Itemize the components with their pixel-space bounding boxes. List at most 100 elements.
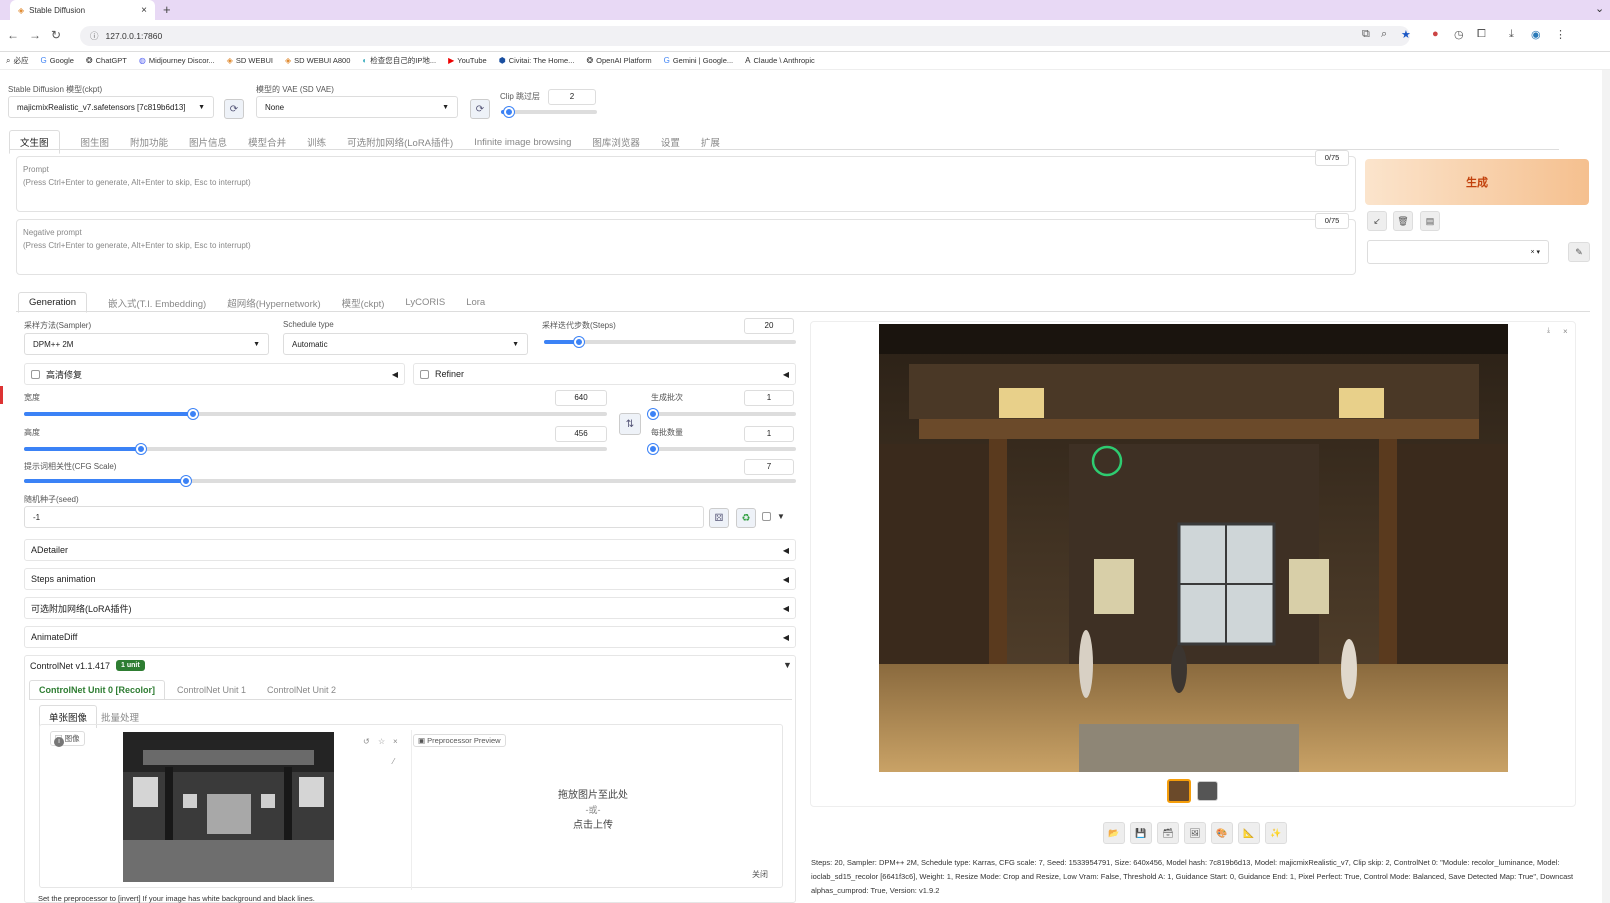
model-dropdown[interactable]: majicmixRealistic_v7.safetensors [7c819b… [8,96,214,118]
refiner-accordion[interactable]: Refiner ◀ [413,363,796,385]
expand-arrow-icon[interactable]: ▼ [783,660,792,670]
tab-unit-2[interactable]: ControlNet Unit 2 [267,685,336,695]
extension-icon[interactable]: ● [1432,28,1439,40]
page-scrollbar[interactable] [1602,70,1610,903]
cfg-number[interactable]: 7 [744,459,794,475]
bookmark-item[interactable]: ◈ SD WEBUI [227,56,273,65]
slider-handle[interactable] [181,476,192,486]
batch-size-slider[interactable] [648,444,796,454]
tab-lora[interactable]: Lora [466,297,485,308]
vae-dropdown[interactable]: None ▼ [256,96,458,118]
tab-extras[interactable]: 附加功能 [130,135,168,149]
reload-icon[interactable]: ↻ [51,28,61,42]
generate-button[interactable]: 生成 [1365,159,1589,205]
cfg-slider[interactable] [24,476,796,486]
browser-tab[interactable]: ◈ Stable Diffusion × [10,0,155,20]
width-number[interactable]: 640 [555,390,607,406]
bookmark-item[interactable]: ❂ OpenAI Platform [586,56,651,65]
slider-handle[interactable] [648,409,658,419]
undo-icon[interactable]: ↺ [363,737,370,746]
zoom-icon[interactable]: ⌕ [1381,28,1387,41]
new-tab-icon[interactable]: + [163,2,171,17]
steps-number[interactable]: 20 [744,318,794,334]
bookmark-item[interactable]: ⬢ Civitai: The Home... [499,56,575,65]
bookmark-item[interactable]: G Google [40,56,73,65]
tab-extensions[interactable]: 扩展 [701,135,720,149]
sparkle-button[interactable]: ✨ [1265,822,1287,844]
tab-txt2img[interactable]: 文生图 [9,130,60,154]
steps-slider[interactable] [544,337,796,347]
bookmark-item[interactable]: ◈ SD WEBUI A800 [285,56,350,65]
sampler-dropdown[interactable]: DPM++ 2M ▼ [24,333,269,355]
tab-checkpoints[interactable]: 模型(ckpt) [342,296,385,310]
bookmark-item[interactable]: ⌕ 必应 [6,55,28,66]
control-input-image[interactable] [123,732,334,882]
random-seed-button[interactable]: ⚄ [709,508,729,528]
read-params-button[interactable]: ↙ [1367,211,1387,231]
clip-skip-number[interactable]: 2 [548,89,596,105]
bookmark-item[interactable]: ❂ ChatGPT [86,56,127,65]
close-preview-button[interactable]: 关闭 [752,869,768,880]
hires-fix-accordion[interactable]: 高清修复 ◀ [24,363,405,385]
tab-png-info[interactable]: 图片信息 [189,135,227,149]
send-to-extras-button[interactable]: 📐 [1238,822,1260,844]
width-slider[interactable] [24,409,607,419]
bookmark-item[interactable]: G Gemini | Google... [664,56,734,65]
download-icon[interactable]: ⤓ [1509,28,1514,41]
prompt-textarea[interactable]: Prompt (Press Ctrl+Enter to generate, Al… [16,156,1356,212]
history-icon[interactable]: ◷ [1454,28,1464,41]
profile-avatar-icon[interactable]: ◉ [1531,28,1541,41]
tab-generation[interactable]: Generation [18,292,88,313]
drop-zone[interactable]: 拖放图片至此处 -或- 点击上传 [540,788,646,833]
site-info-icon[interactable]: ⓘ [90,30,99,42]
bookmark-item[interactable]: A Claude \ Anthropic [745,56,815,65]
tab-embedding[interactable]: 嵌入式(T.I. Embedding) [108,296,206,310]
styles-dropdown[interactable]: × ▾ [1367,240,1549,264]
close-tab-icon[interactable]: × [141,5,147,16]
slider-handle[interactable] [503,107,514,117]
gallery-thumbnail[interactable] [1197,781,1218,801]
tab-image-browser[interactable]: 图库浏览器 [592,135,640,149]
tab-hypernetwork[interactable]: 超网络(Hypernetwork) [227,296,320,310]
tab-lycoris[interactable]: LyCORIS [405,297,445,308]
clear-prompt-button[interactable]: 🗑 [1393,211,1413,231]
reuse-seed-button[interactable]: ♻ [736,508,756,528]
save-button[interactable]: 💾 [1130,822,1152,844]
open-folder-button[interactable]: 📂 [1103,822,1125,844]
gallery-thumbnail-selected[interactable] [1167,779,1191,803]
lora-addnet-accordion[interactable]: 可选附加网络(LoRA插件) ◀ [24,597,796,619]
generated-image[interactable] [879,324,1508,772]
tab-img2img[interactable]: 图生图 [81,135,110,149]
tab-checkpoint-merger[interactable]: 模型合并 [248,135,286,149]
edit-styles-button[interactable]: ✎ [1568,242,1590,262]
tab-infinite-image-browsing[interactable]: Infinite image browsing [474,137,571,148]
slider-handle[interactable] [574,337,585,347]
bookmark-star-icon[interactable]: ★ [1401,28,1411,41]
browser-menu-icon[interactable]: ⋮ [1555,28,1566,41]
batch-count-number[interactable]: 1 [744,390,794,406]
url-field[interactable]: ⓘ 127.0.0.1:7860 [80,26,1410,46]
height-slider[interactable] [24,444,607,454]
zip-button[interactable]: 🗃 [1157,822,1179,844]
batch-size-number[interactable]: 1 [744,426,794,442]
swap-dimensions-button[interactable]: ⇅ [619,413,641,435]
refresh-models-button[interactable]: ⟳ [224,99,244,119]
tab-train[interactable]: 训练 [307,135,326,149]
slider-handle[interactable] [648,444,658,454]
bookmark-item[interactable]: ◍ Midjourney Discor... [139,56,215,65]
bookmark-item[interactable]: ▶ YouTube [448,56,487,65]
refresh-vae-button[interactable]: ⟳ [470,99,490,119]
bookmark-item[interactable]: ◐ 检查您自己的IP地... [362,55,436,66]
tab-search-chevron-icon[interactable]: ⌄ [1595,2,1604,15]
star-icon[interactable]: ☆ [378,737,385,746]
close-icon[interactable]: × [393,737,398,746]
refiner-checkbox[interactable] [420,369,429,379]
extra-seed-checkbox[interactable] [762,512,777,523]
forward-icon[interactable]: → [29,28,41,42]
slider-handle[interactable] [188,409,199,419]
download-icon[interactable]: ⤓ [1547,327,1550,335]
animatediff-accordion[interactable]: AnimateDiff ◀ [24,626,796,648]
styles-button[interactable]: ▤ [1420,211,1440,231]
steps-animation-accordion[interactable]: Steps animation ◀ [24,568,796,590]
controlnet-header[interactable]: ControlNet v1.1.417 1 unit [30,660,145,671]
